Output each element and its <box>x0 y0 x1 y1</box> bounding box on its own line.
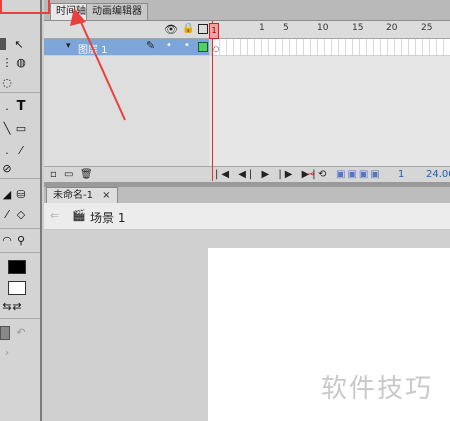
lock-dot[interactable]: • <box>184 40 190 51</box>
3d-rotation-icon[interactable]: ◍ <box>14 56 28 70</box>
toolbar-divider <box>0 228 40 229</box>
tools-panel: ↖ ⋮ ◍ ◌ . T ╲ ▭ . ⁄ ⊘ ◢ ⛁ ⁄ ◇ ◠ ⚲ ⇆ ⇄ ↶ … <box>0 0 42 421</box>
ruler-number: 15 <box>352 23 364 33</box>
zoom-icon[interactable]: ⚲ <box>14 234 28 248</box>
document-tab[interactable]: 未命名-1 × <box>46 187 118 204</box>
outline-icon[interactable] <box>198 24 208 34</box>
toolbar-divider <box>0 92 40 93</box>
lock-icon[interactable]: 🔒 <box>182 23 194 34</box>
visibility-dot[interactable]: • <box>166 40 172 51</box>
center-frame-icon[interactable]: ⊸ <box>306 169 314 180</box>
frame-ruler[interactable]: 1 5 10 15 20 25 30 <box>253 21 450 38</box>
scene-icon: 🎬 <box>72 209 86 222</box>
playhead-marker[interactable]: 1 <box>209 23 219 39</box>
new-layer-icon[interactable]: ▫ <box>50 169 57 180</box>
rect-icon[interactable]: ▭ <box>14 122 28 136</box>
eyedropper-icon[interactable]: ⁄ <box>0 208 14 222</box>
ruler-number: 20 <box>386 23 398 33</box>
deco-icon[interactable]: ⊘ <box>0 162 14 176</box>
ruler-number: 10 <box>317 23 329 33</box>
lasso-icon[interactable]: ◌ <box>0 76 14 90</box>
current-frame[interactable]: 1 <box>398 169 404 180</box>
toolbar-divider <box>0 318 40 319</box>
pen-icon[interactable]: . <box>0 100 14 114</box>
hand-icon[interactable]: ◠ <box>0 234 14 248</box>
playback-controls[interactable]: |◀ ◀| ▶ |▶ ▶| <box>215 169 319 180</box>
text-icon[interactable]: T <box>14 100 28 114</box>
paint-bucket-icon[interactable]: ⛁ <box>14 188 28 202</box>
subselect-icon[interactable] <box>0 38 6 50</box>
timeline-header: 👁 🔒 1 5 10 15 20 25 30 <box>44 21 450 39</box>
eraser-icon[interactable]: ◇ <box>14 208 28 222</box>
toolbar-divider <box>0 178 40 179</box>
frame-rate[interactable]: 24.00 <box>426 169 450 180</box>
brush-icon[interactable]: ⁄ <box>14 144 28 158</box>
frames-empty <box>209 56 450 166</box>
breadcrumb: ⇐ 🎬 场景 1 <box>44 203 450 230</box>
free-transform-icon[interactable]: ⋮ <box>0 56 14 70</box>
outline-color-square[interactable] <box>198 42 208 52</box>
loop-icon[interactable]: ⟲ <box>318 169 326 180</box>
layer-type-icon: ▾ <box>66 41 71 51</box>
layer-name[interactable]: 图层 1 <box>78 41 108 56</box>
swap-colors-icon[interactable]: ⇄ <box>10 300 24 314</box>
straighten-icon[interactable]: › <box>0 346 14 360</box>
onion-skin-icons[interactable]: ▣▣▣▣ <box>336 169 382 180</box>
arrow-icon[interactable]: ↖ <box>12 38 26 52</box>
smooth-icon[interactable]: ↶ <box>14 326 28 340</box>
annotation-highlight <box>0 0 50 14</box>
timeline-footer: ▫ ▭ 🗑 |◀ ◀| ▶ |▶ ▶| ⊸ ⟲ ▣▣▣▣ 1 24.00 <box>44 166 450 183</box>
eye-icon[interactable]: 👁 <box>164 23 178 36</box>
ruler-number: 5 <box>283 23 289 33</box>
frame-row[interactable]: ○ <box>213 39 450 55</box>
toolbar-divider <box>0 252 40 253</box>
bone-icon[interactable]: ◢ <box>0 188 14 202</box>
delete-layer-icon[interactable]: 🗑 <box>80 169 93 180</box>
snap-icon[interactable] <box>0 326 10 340</box>
document-tab-label: 未命名-1 <box>53 190 93 201</box>
pencil-icon: ✎ <box>146 39 156 52</box>
line-icon[interactable]: ╲ <box>0 122 14 136</box>
keyframe-icon[interactable]: ○ <box>213 45 219 53</box>
ruler-number: 25 <box>421 23 433 33</box>
scene-label[interactable]: 场景 1 <box>90 209 125 226</box>
layer-list-empty <box>44 56 209 166</box>
stroke-color-icon[interactable] <box>8 260 26 274</box>
watermark: 软件技巧 <box>321 374 434 404</box>
pencil-icon[interactable]: . <box>0 144 14 158</box>
ruler-number: 1 <box>259 23 265 33</box>
back-arrow-icon[interactable]: ⇐ <box>50 209 59 222</box>
close-icon[interactable]: × <box>102 190 110 201</box>
document-tabbar: 未命名-1 × <box>44 187 450 204</box>
panel-tabbar: 时间轴 动画编辑器 <box>44 0 450 21</box>
tab-motion-editor[interactable]: 动画编辑器 <box>86 3 148 20</box>
new-folder-icon[interactable]: ▭ <box>64 169 73 180</box>
layer-row[interactable]: ▾ 图层 1 ✎ • • <box>44 39 209 56</box>
playhead-line <box>212 21 213 181</box>
fill-color-icon[interactable] <box>8 281 26 295</box>
